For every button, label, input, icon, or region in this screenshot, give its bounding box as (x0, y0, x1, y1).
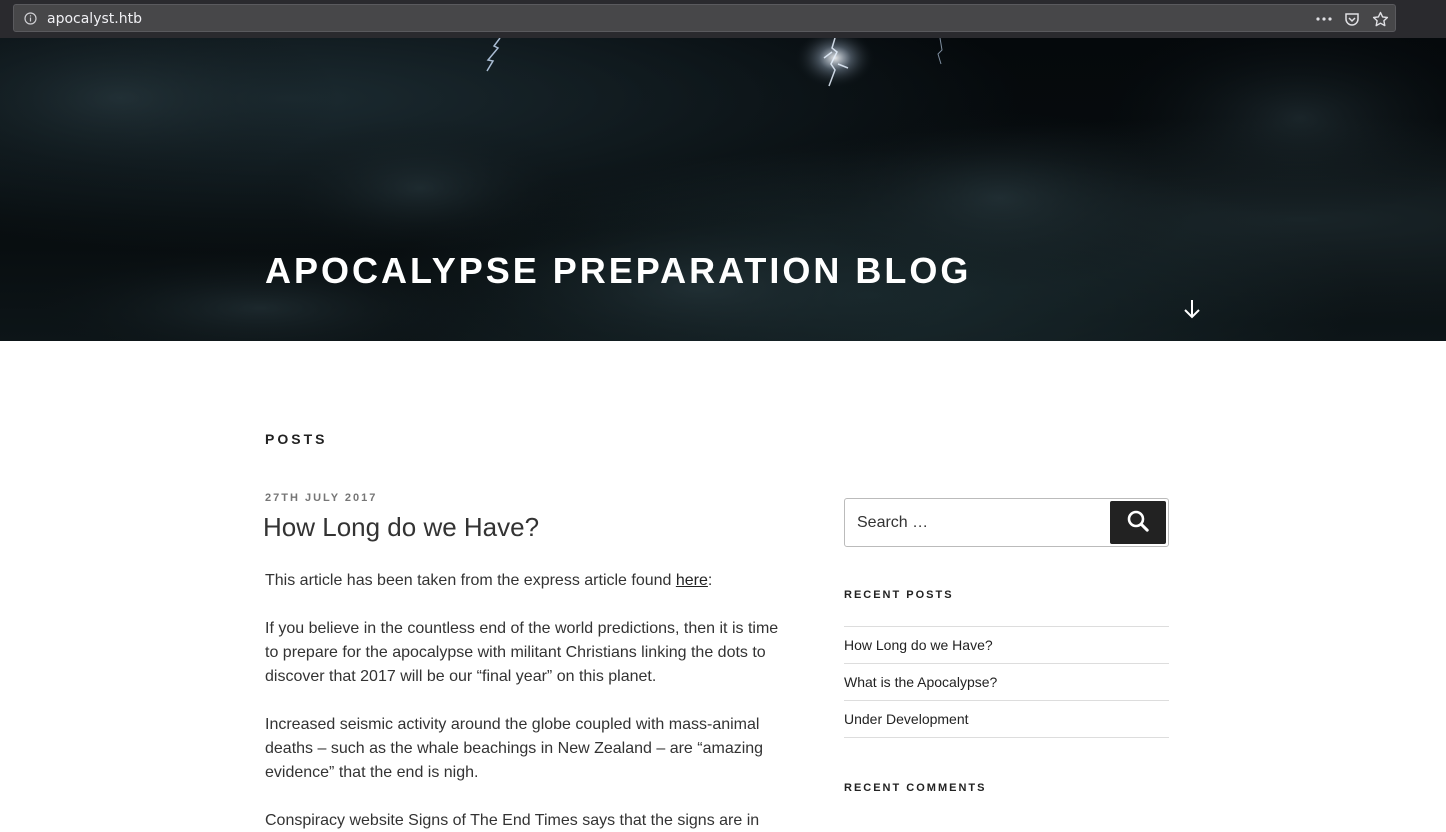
recent-comments-title: RECENT COMMENTS (844, 782, 987, 794)
list-item: What is the Apocalypse? (844, 664, 1169, 701)
post-intro: This article has been taken from the exp… (265, 569, 790, 593)
storm-header-image (0, 38, 1446, 341)
list-item: Under Development (844, 701, 1169, 738)
more-actions-icon[interactable] (1315, 10, 1333, 28)
list-item: How Long do we Have? (844, 627, 1169, 664)
url-text[interactable]: apocalyst.htb (47, 11, 142, 27)
address-bar[interactable]: apocalyst.htb (13, 4, 1396, 32)
info-icon[interactable] (24, 12, 37, 25)
post-paragraph: Increased seismic activity around the gl… (265, 716, 764, 781)
browser-toolbar: apocalyst.htb (0, 0, 1446, 38)
site-header: APOCALYPSE PREPARATION BLOG (0, 38, 1446, 341)
post-date[interactable]: 27TH JULY 2017 (265, 492, 377, 504)
site-title[interactable]: APOCALYPSE PREPARATION BLOG (265, 250, 971, 292)
post-intro-text: This article has been taken from the exp… (265, 572, 676, 589)
posts-heading: POSTS (265, 431, 328, 447)
recent-posts-title: RECENT POSTS (844, 589, 954, 601)
recent-posts-list: How Long do we Have? What is the Apocaly… (844, 626, 1169, 738)
search-input[interactable] (845, 499, 1105, 546)
arrow-down-icon[interactable] (1181, 298, 1203, 320)
post-intro-suffix: : (707, 572, 713, 589)
search-form (844, 498, 1169, 547)
bookmark-star-icon[interactable] (1371, 10, 1389, 28)
post-source-link[interactable]: here (676, 572, 708, 589)
search-icon (1126, 509, 1150, 536)
post-title[interactable]: How Long do we Have? (263, 512, 539, 543)
recent-post-link[interactable]: What is the Apocalypse? (844, 674, 997, 690)
post-paragraph: Conspiracy website Signs of The End Time… (265, 812, 760, 829)
post-body: This article has been taken from the exp… (265, 569, 790, 832)
pocket-icon[interactable] (1343, 10, 1361, 28)
post-paragraph: If you believe in the countless end of t… (265, 620, 779, 685)
recent-post-link[interactable]: Under Development (844, 711, 969, 727)
recent-post-link[interactable]: How Long do we Have? (844, 637, 993, 653)
search-button[interactable] (1110, 501, 1166, 544)
